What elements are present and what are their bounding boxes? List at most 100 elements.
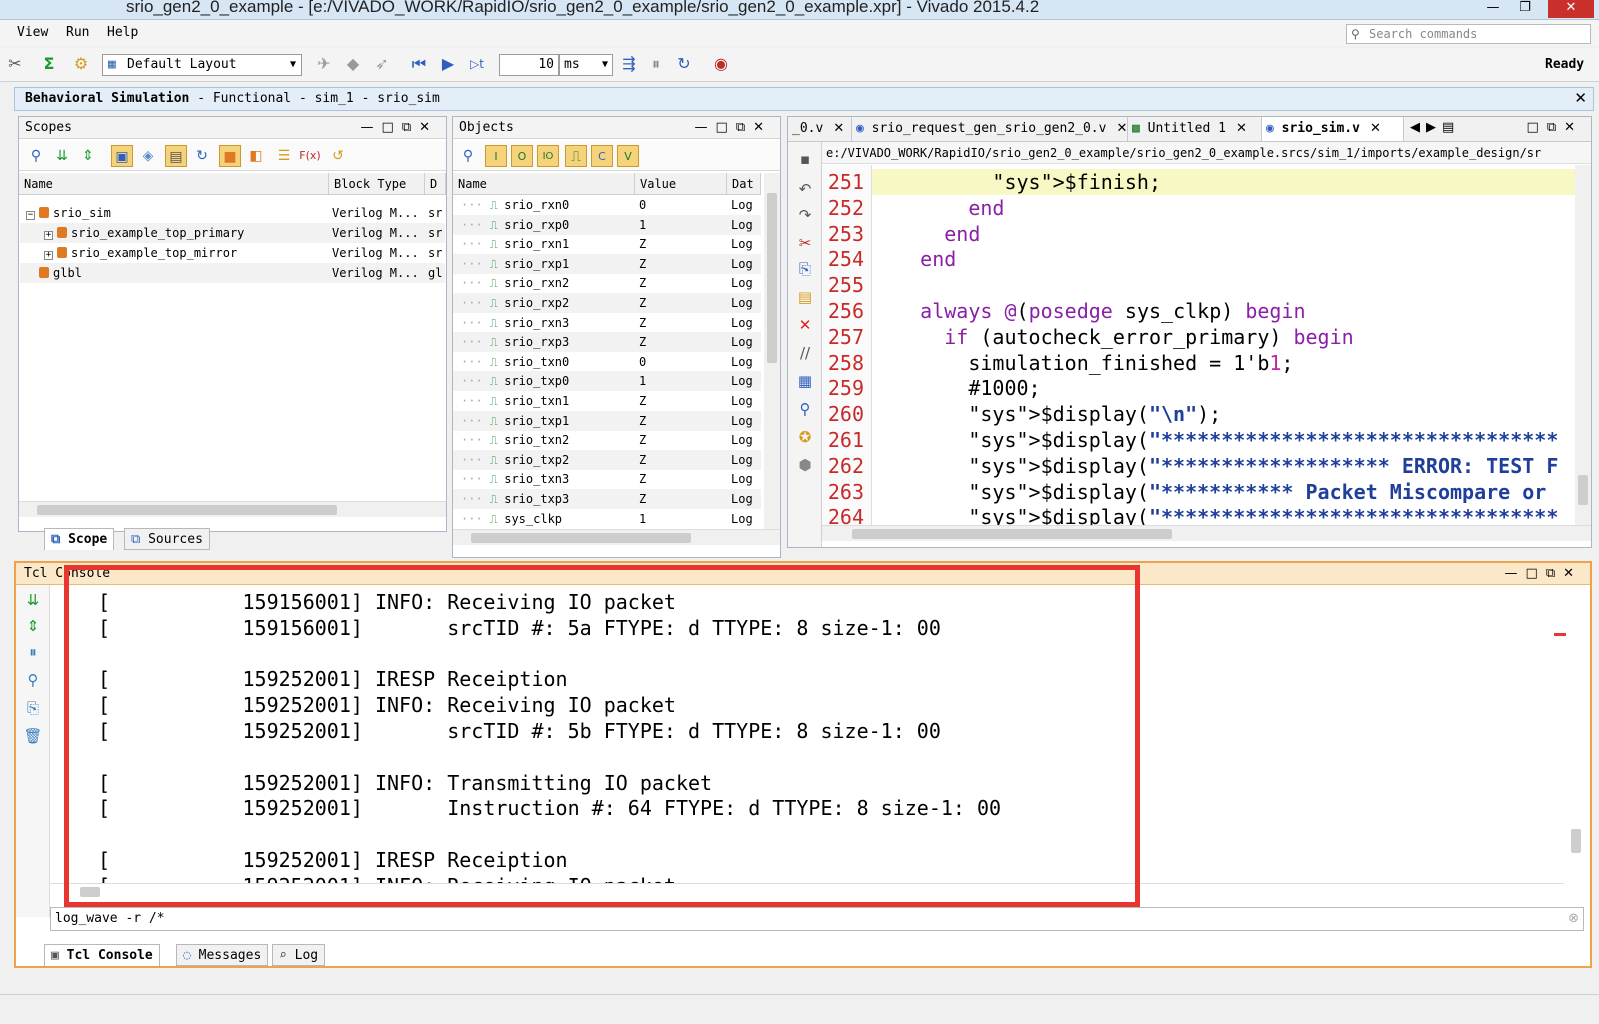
undo-icon[interactable]: ↶	[795, 180, 815, 202]
console-vscroll[interactable]	[1568, 585, 1584, 895]
settings-icon[interactable]: ✂	[4, 53, 26, 75]
object-row[interactable]: ··· ⎍ srio_txn3 Z Log	[453, 469, 761, 489]
search-icon[interactable]: ⚲	[457, 145, 479, 167]
menu-help[interactable]: Help	[107, 25, 138, 40]
object-row[interactable]: ··· ⎍ srio_txp0 1 Log	[453, 371, 761, 392]
scope-row[interactable]: + srio_example_top_mirror Verilog M... sr	[20, 243, 445, 263]
object-row[interactable]: ··· ⎍ srio_rxp3 Z Log	[453, 332, 761, 353]
stamp-icon[interactable]: ⬢	[795, 456, 815, 478]
col-block-type[interactable]: Block Type	[329, 173, 425, 195]
run-time-unit-select[interactable]: ms ▼	[559, 54, 613, 76]
object-row[interactable]: ··· ⎍ srio_rxn1 Z Log	[453, 234, 761, 254]
cube-icon[interactable]: ◈	[137, 145, 159, 167]
variable-filter-icon[interactable]: V	[617, 145, 639, 167]
scope-row[interactable]: − srio_sim Verilog M... sr	[20, 203, 445, 223]
help-icon[interactable]: ◉	[710, 53, 732, 75]
format-icon[interactable]: ▦	[795, 372, 815, 394]
package-icon[interactable]: ◧	[245, 145, 267, 167]
output-filter-icon[interactable]: O	[511, 145, 533, 167]
col-d[interactable]: D	[425, 173, 446, 195]
expander-icon[interactable]: +	[44, 231, 53, 240]
input-filter-icon[interactable]: I	[485, 145, 507, 167]
list-icon[interactable]: ☰	[273, 145, 295, 167]
panel-controls[interactable]: —□⧉✕	[1505, 563, 1582, 585]
inout-filter-icon[interactable]: IO	[537, 145, 559, 167]
object-row[interactable]: ··· ⎍ srio_rxn2 Z Log	[453, 273, 761, 293]
editor-tab-3[interactable]: ◉ srio_sim.v ✕	[1262, 117, 1404, 141]
tab-messages[interactable]: ◌ Messages	[176, 944, 269, 966]
pin-icon[interactable]: ✈	[313, 53, 335, 75]
panel-controls[interactable]: —□⧉✕	[361, 117, 438, 139]
document-icon[interactable]: ▤	[165, 145, 187, 167]
object-row[interactable]: ··· ⎍ sys_clkp 1 Log	[453, 509, 761, 529]
constant-filter-icon[interactable]: C	[591, 145, 613, 167]
copy-icon[interactable]: ⎘	[795, 260, 815, 282]
tab-nav-arrows[interactable]: ◀▶▤	[1410, 120, 1460, 135]
object-row[interactable]: ··· ⎍ srio_txn0 0 Log	[453, 352, 761, 372]
search-icon[interactable]: ⚲	[25, 145, 47, 167]
relaunch-icon[interactable]: ↻	[673, 53, 695, 75]
orange-block-icon[interactable]: ■	[219, 145, 241, 167]
loop-icon[interactable]: ↺	[327, 145, 349, 167]
panel-controls[interactable]: □⧉✕	[1527, 120, 1583, 135]
col-data-type[interactable]: Dat	[727, 173, 761, 195]
refresh-icon[interactable]: ↻	[191, 145, 213, 167]
editor-hscroll[interactable]	[822, 525, 1591, 541]
tab-sources[interactable]: ⧉ Sources	[124, 528, 210, 550]
cursor-icon[interactable]: ➶	[371, 53, 393, 75]
sigma-icon[interactable]: Σ	[38, 53, 60, 75]
menu-run[interactable]: Run	[66, 25, 89, 40]
diamond-icon[interactable]: ◆	[342, 53, 364, 75]
cut-icon[interactable]: ✂	[795, 234, 815, 256]
search-input[interactable]: ⚲ Search commands	[1346, 24, 1591, 44]
panel-controls[interactable]: —□⧉✕	[695, 117, 772, 139]
gear-icon[interactable]: ⚙	[70, 53, 92, 75]
objects-vscroll[interactable]	[764, 173, 780, 529]
object-row[interactable]: ··· ⎍ srio_rxp1 Z Log	[453, 253, 761, 274]
run-for-icon[interactable]: ▷t	[466, 53, 488, 75]
redo-icon[interactable]: ↷	[795, 206, 815, 228]
function-icon[interactable]: F(x)	[299, 145, 321, 167]
clear-input-icon[interactable]: ⊗	[1568, 908, 1579, 930]
object-row[interactable]: ··· ⎍ srio_rxp0 1 Log	[453, 214, 761, 235]
expand-all-icon[interactable]: ⇕	[77, 145, 99, 167]
bulb-icon[interactable]: ✪	[795, 428, 815, 450]
save-icon[interactable]: ▪	[795, 150, 815, 172]
object-row[interactable]: ··· ⎍ srio_txp1 Z Log	[453, 410, 761, 431]
object-row[interactable]: ··· ⎍ srio_txp2 Z Log	[453, 449, 761, 470]
col-name[interactable]: Name	[453, 173, 635, 195]
pause-icon[interactable]: ⏸	[645, 53, 667, 75]
col-name[interactable]: Name	[19, 173, 329, 195]
tab-log[interactable]: ⌕ Log	[272, 944, 326, 966]
code-area[interactable]: 251 "sys">$finish; 252 end 253 end 254 end 2…	[822, 165, 1577, 525]
editor-tab-0[interactable]: _0.v ✕	[788, 117, 852, 141]
delete-icon[interactable]: ✕	[795, 316, 815, 338]
expander-icon[interactable]: +	[44, 251, 53, 260]
object-row[interactable]: ··· ⎍ srio_txn2 Z Log	[453, 430, 761, 450]
close-button[interactable]: ✕	[1548, 0, 1594, 18]
module-filter-icon[interactable]: ▣	[111, 145, 133, 167]
run-time-input[interactable]: 10	[499, 54, 559, 76]
collapse-all-icon[interactable]: ⇊	[51, 145, 73, 167]
editor-vscroll[interactable]	[1575, 165, 1591, 525]
step-icon[interactable]: ⇶	[618, 53, 640, 75]
object-row[interactable]: ··· ⎍ srio_rxn0 0 Log	[453, 195, 761, 215]
expander-icon[interactable]: −	[26, 211, 35, 220]
close-icon[interactable]: ✕	[1574, 89, 1587, 107]
scope-row[interactable]: + srio_example_top_primary Verilog M... sr	[20, 223, 445, 243]
layout-dropdown[interactable]: ▦ Default Layout ▼	[102, 54, 302, 76]
object-row[interactable]: ··· ⎍ srio_rxp2 Z Log	[453, 293, 761, 313]
tcl-command-input[interactable]: log_wave -r /* ⊗	[50, 907, 1584, 931]
editor-tab-2[interactable]: ▩ Untitled 1 ✕	[1128, 117, 1262, 141]
comment-icon[interactable]: //	[795, 344, 815, 366]
editor-tab-1[interactable]: ◉ srio_request_gen_srio_gen2_0.v ✕	[852, 117, 1128, 141]
object-row[interactable]: ··· ⎍ srio_txn1 Z Log	[453, 391, 761, 411]
restart-icon[interactable]: ⏮	[408, 53, 430, 75]
find-icon[interactable]: ⚲	[795, 400, 815, 422]
col-value[interactable]: Value	[635, 173, 727, 195]
scope-row[interactable]: glbl Verilog M... gl	[20, 263, 445, 283]
menu-view[interactable]: View	[17, 25, 48, 40]
minimize-button[interactable]: —	[1478, 0, 1508, 18]
paste-icon[interactable]: ▤	[795, 288, 815, 310]
maximize-button[interactable]: ❐	[1510, 0, 1540, 18]
